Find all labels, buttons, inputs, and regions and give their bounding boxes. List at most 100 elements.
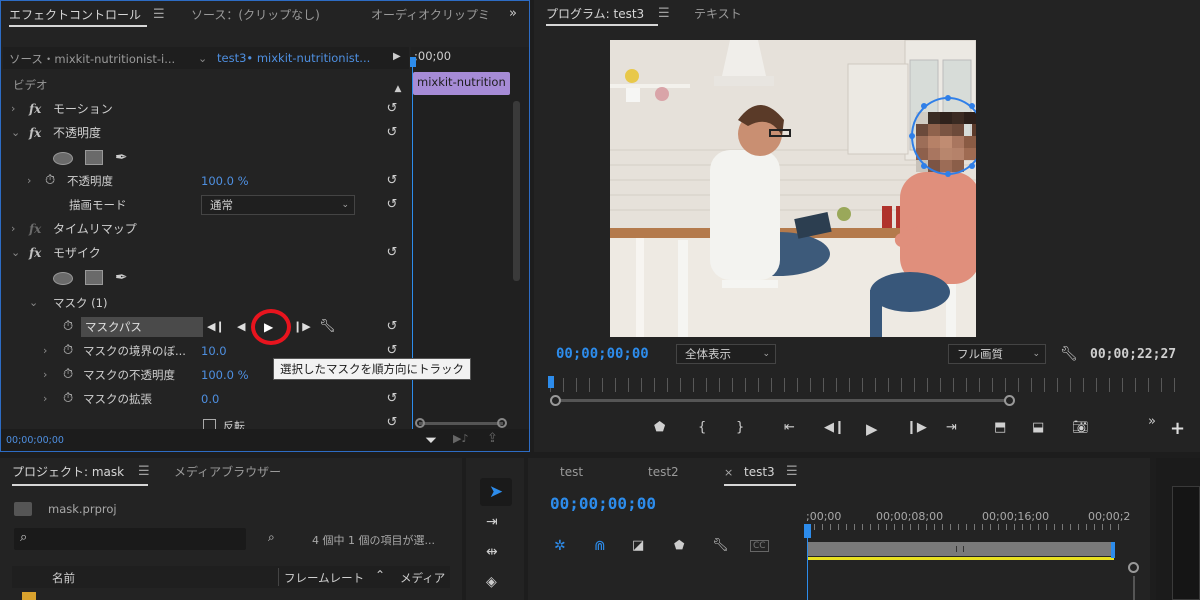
opacity-value[interactable]: 100.0 % [201, 169, 249, 193]
track-backward-one-icon[interactable]: ◀ [237, 315, 245, 339]
tab-audio-clip-mixer[interactable]: オーディオクリップミ [371, 1, 490, 29]
zoom-bar-right-handle[interactable] [1004, 395, 1015, 406]
audio-play-icon[interactable]: ▶♪ [453, 432, 468, 445]
program-timecode-current[interactable]: 00;00;00;00 [556, 346, 649, 362]
expand-chevron-icon[interactable]: › [43, 339, 47, 363]
project-search-input[interactable] [14, 528, 246, 550]
panel-menu-icon[interactable]: ☰ [138, 464, 150, 479]
zoom-bar-left-handle[interactable] [550, 395, 561, 406]
fx-icon[interactable]: fx [29, 121, 41, 145]
stopwatch-icon[interactable]: ⏱ [63, 339, 73, 363]
timeline-vscroll-handle[interactable] [1128, 562, 1139, 573]
zoom-bar[interactable] [556, 399, 1010, 402]
timeline-settings-wrench-icon[interactable]: 🔧︎ [712, 538, 729, 553]
linked-selection-icon[interactable]: ⋒ [594, 538, 606, 554]
effect-opacity[interactable]: ⌄ fx 不透明度 ↺ [1, 121, 409, 145]
reset-icon[interactable]: ↺ [383, 339, 401, 358]
sequence-clip-label[interactable]: test3• mixkit-nutritionist... [217, 51, 370, 65]
mask-expansion-value[interactable]: 0.0 [201, 387, 219, 411]
hscroll-right-handle[interactable] [497, 418, 507, 428]
razor-tool-icon[interactable]: ◈ [486, 574, 497, 590]
expand-chevron-icon[interactable]: › [11, 97, 15, 121]
sort-up-icon[interactable]: ⌃ [375, 568, 385, 582]
play-icon[interactable]: ▶ [866, 420, 878, 438]
add-marker-icon[interactable]: ⬟ [674, 538, 684, 552]
video-frame[interactable] [610, 40, 976, 337]
effect-mosaic[interactable]: ⌄ fx モザイク ↺ [1, 241, 409, 265]
rectangle-mask-icon[interactable] [85, 270, 103, 285]
add-marker-icon[interactable]: ⬟ [654, 420, 665, 435]
collapse-chevron-icon[interactable]: ⌄ [11, 241, 20, 265]
stopwatch-icon[interactable]: ⏱ [45, 169, 55, 193]
track-backward-icon[interactable]: ◀❙ [207, 315, 225, 339]
mask-group[interactable]: ⌄ マスク (1) [1, 291, 409, 315]
col-framerate[interactable]: フレームレート [284, 570, 364, 586]
insert-overwrite-icon[interactable]: ◪ [632, 538, 644, 553]
scroll-up-icon[interactable]: ▲ [389, 77, 407, 94]
source-clip-label[interactable]: ソース・mixkit-nutritionist-i... [9, 51, 175, 67]
col-media[interactable]: メディア [400, 570, 445, 586]
stopwatch-icon[interactable]: ⏱ [63, 315, 73, 339]
timeline-vscroll[interactable] [1133, 576, 1135, 600]
ellipse-mask-icon[interactable] [53, 152, 73, 165]
tab-text[interactable]: テキスト [694, 0, 742, 28]
inverted-checkbox[interactable] [203, 419, 216, 429]
reset-icon[interactable]: ↺ [383, 97, 401, 116]
effect-time-remap[interactable]: › fx タイムリマップ [1, 217, 409, 241]
col-name[interactable]: 名前 [52, 570, 75, 586]
captions-icon[interactable]: CC [750, 540, 769, 552]
go-to-out-icon[interactable]: ⇥ [946, 420, 957, 435]
go-to-in-icon[interactable]: ⇤ [784, 420, 795, 435]
lift-icon[interactable]: ⬒ [994, 420, 1006, 435]
reset-icon[interactable]: ↺ [383, 241, 401, 260]
export-frame-camera-icon[interactable]: 📷︎ [1072, 420, 1089, 435]
reset-icon[interactable]: ↺ [383, 121, 401, 140]
panel-menu-icon[interactable]: ☰ [153, 7, 165, 22]
rectangle-mask-icon[interactable] [85, 150, 103, 165]
play-only-icon[interactable]: ▶ [393, 51, 401, 62]
ripple-edit-tool-icon[interactable]: ⇹ [486, 544, 498, 560]
tab-sequence-test2[interactable]: test2 [648, 458, 679, 486]
step-back-icon[interactable]: ◀❙ [824, 420, 845, 435]
pen-mask-icon[interactable]: ✒ [115, 265, 128, 289]
blend-mode-select[interactable]: 通常 ⌄ [201, 195, 355, 215]
add-button-plus-icon[interactable]: + [1170, 418, 1185, 439]
wrench-icon[interactable]: 🔧︎ [319, 315, 336, 339]
tab-media-browser[interactable]: メディアブラウザー [174, 458, 281, 486]
find-icon[interactable]: ⌕ [268, 530, 275, 545]
fx-icon[interactable]: fx [29, 97, 41, 121]
fx-icon[interactable]: fx [29, 241, 41, 265]
tab-project[interactable]: プロジェクト: mask [12, 458, 124, 486]
zoom-select[interactable]: 全体表示 ⌄ [676, 344, 776, 364]
timeline-playhead-marker[interactable] [804, 524, 811, 538]
mark-out-icon[interactable]: } [736, 420, 744, 435]
mask-feather-value[interactable]: 10.0 [201, 339, 227, 363]
quality-select[interactable]: フル画質 ⌄ [948, 344, 1046, 364]
reset-icon[interactable]: ↺ [383, 193, 401, 212]
selection-tool[interactable]: ➤ [480, 478, 512, 506]
settings-wrench-icon[interactable]: 🔧︎ [1060, 346, 1078, 362]
track-select-tool-icon[interactable]: ⇥ [486, 514, 498, 530]
pen-mask-icon[interactable]: ✒ [115, 145, 128, 169]
scrubber-playhead[interactable] [548, 376, 554, 388]
expand-chevron-icon[interactable]: › [43, 387, 47, 411]
export-icon[interactable]: ⇪ [487, 431, 498, 446]
overflow-chevron-icon[interactable]: » [509, 6, 517, 21]
stopwatch-icon[interactable]: ⏱ [63, 363, 73, 387]
track-forward-one-icon[interactable]: ❙▶ [293, 315, 311, 339]
tab-sequence-test[interactable]: test [560, 458, 583, 486]
expand-chevron-icon[interactable]: › [43, 363, 47, 387]
panel-menu-icon[interactable]: ☰ [786, 464, 798, 479]
reset-icon[interactable]: ↺ [383, 387, 401, 406]
expand-chevron-icon[interactable]: › [27, 169, 31, 193]
effect-motion[interactable]: › fx モーション ↺ [1, 97, 409, 121]
reset-icon[interactable]: ↺ [383, 315, 401, 334]
overflow-chevron-icon[interactable]: » [1148, 414, 1156, 429]
collapse-chevron-icon[interactable]: ⌄ [11, 121, 20, 145]
step-forward-icon[interactable]: ❙▶ [906, 420, 927, 435]
monitor-scrubber[interactable] [550, 378, 1180, 392]
filter-icon[interactable]: ⏷ [425, 431, 437, 449]
reset-icon[interactable]: ↺ [383, 169, 401, 188]
mini-scrollbar[interactable] [513, 101, 520, 281]
tab-source[interactable]: ソース：(クリップなし) [191, 1, 320, 29]
